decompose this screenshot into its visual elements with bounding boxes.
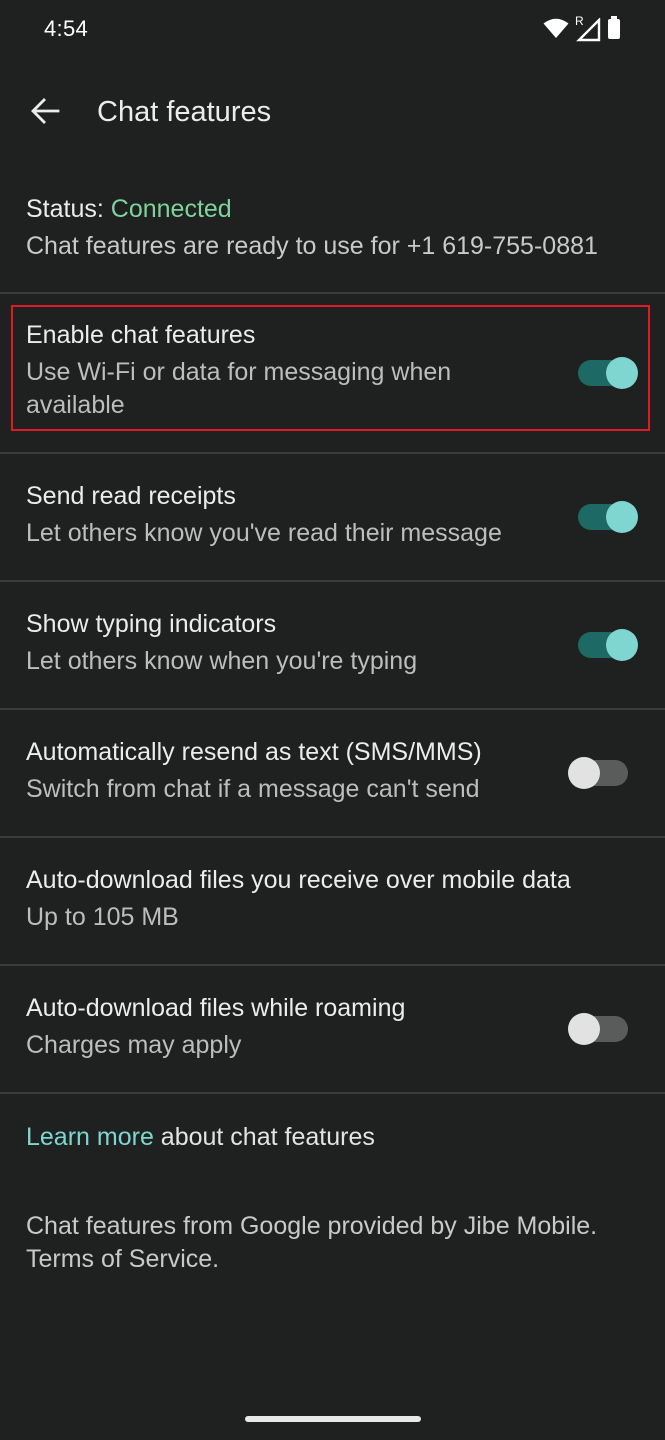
learn-more-link[interactable]: Learn more [26, 1123, 154, 1151]
setting-auto-download-roaming[interactable]: Auto-download files while roaming Charge… [0, 966, 665, 1092]
app-bar: Chat features [0, 72, 665, 152]
setting-text: Auto-download files while roaming Charge… [26, 991, 556, 1062]
setting-title: Show typing indicators [26, 610, 277, 638]
setting-text: Show typing indicators Let others know w… [26, 607, 556, 678]
show-typing-indicators-toggle[interactable] [578, 629, 638, 661]
setting-subtitle: Charges may apply [26, 1031, 242, 1059]
auto-resend-as-text-toggle[interactable] [568, 757, 628, 789]
setting-auto-download-mobile-data[interactable]: Auto-download files you receive over mob… [0, 838, 665, 964]
setting-title: Automatically resend as text (SMS/MMS) [26, 738, 482, 766]
provider-text: Chat features from Google provided by Ji… [26, 1210, 656, 1276]
setting-title: Send read receipts [26, 482, 236, 510]
setting-auto-resend-as-text[interactable]: Automatically resend as text (SMS/MMS) S… [0, 710, 665, 836]
setting-text: Enable chat features Use Wi-Fi or data f… [26, 318, 556, 422]
setting-subtitle: Use Wi-Fi or data for messaging when ava… [26, 358, 452, 419]
setting-title: Enable chat features [26, 321, 256, 349]
toggle-thumb [606, 629, 638, 661]
setting-text: Automatically resend as text (SMS/MMS) S… [26, 735, 556, 806]
setting-text: Send read receipts Let others know you'v… [26, 479, 556, 550]
setting-text: Auto-download files you receive over mob… [26, 863, 646, 934]
status-value: Connected [110, 195, 232, 223]
back-button[interactable] [22, 90, 68, 136]
status-icons: R [543, 14, 621, 45]
setting-subtitle: Let others know you've read their messag… [26, 519, 502, 547]
status-time: 4:54 [44, 16, 89, 41]
signal-roaming-icon: R [575, 14, 601, 42]
setting-title: Auto-download files you receive over mob… [26, 866, 571, 894]
status-line: Status: Connected [26, 192, 646, 226]
send-read-receipts-toggle[interactable] [578, 501, 638, 533]
setting-subtitle: Let others know when you're typing [26, 647, 418, 675]
toggle-thumb [606, 357, 638, 389]
toggle-thumb [568, 1013, 600, 1045]
setting-show-typing-indicators[interactable]: Show typing indicators Let others know w… [0, 582, 665, 708]
setting-subtitle: Switch from chat if a message can't send [26, 775, 480, 803]
terms-of-service-link[interactable]: Terms of Service. [26, 1243, 656, 1276]
setting-send-read-receipts[interactable]: Send read receipts Let others know you'v… [0, 454, 665, 580]
screen: 4:54 R Chat features Status: Connected C… [0, 0, 665, 1440]
setting-enable-chat-features[interactable]: Enable chat features Use Wi-Fi or data f… [0, 294, 665, 452]
setting-title: Auto-download files while roaming [26, 994, 406, 1022]
toggle-thumb [568, 757, 600, 789]
enable-chat-features-toggle[interactable] [578, 357, 638, 389]
provider-line: Chat features from Google provided by Ji… [26, 1212, 598, 1240]
arrow-back-icon [30, 97, 60, 129]
connection-status: Status: Connected Chat features are read… [26, 192, 646, 266]
roaming-indicator: R [575, 14, 584, 28]
divider [0, 1092, 665, 1094]
toggle-thumb [606, 501, 638, 533]
status-label: Status: [26, 195, 104, 223]
battery-icon [607, 15, 621, 45]
wifi-icon [543, 17, 569, 44]
auto-download-roaming-toggle[interactable] [568, 1013, 628, 1045]
learn-more-rest: about chat features [153, 1123, 375, 1151]
status-bar: 4:54 R [0, 0, 665, 60]
status-description: Chat features are ready to use for +1 61… [26, 232, 598, 260]
page-title: Chat features [97, 96, 272, 128]
learn-more-text: Learn more about chat features [26, 1120, 375, 1154]
home-indicator[interactable] [245, 1416, 421, 1422]
setting-subtitle: Up to 105 MB [26, 903, 179, 931]
